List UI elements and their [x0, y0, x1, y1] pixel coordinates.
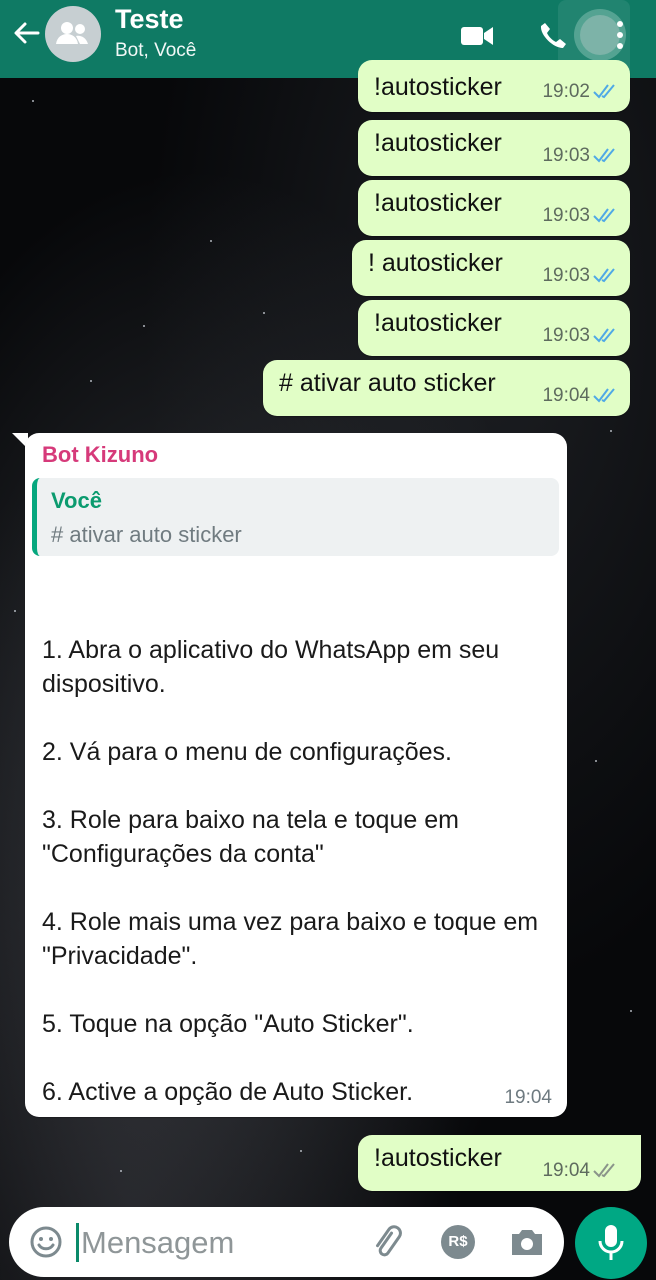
quoted-message[interactable]: Você # ativar auto sticker — [32, 478, 559, 556]
message-time: 19:03 — [542, 145, 590, 166]
message-time: 19:04 — [542, 385, 590, 406]
attach-icon[interactable] — [369, 1224, 405, 1260]
more-options-icon — [617, 21, 623, 49]
payment-icon[interactable]: R$ — [441, 1225, 475, 1259]
message-text: !autosticker — [374, 189, 502, 217]
read-receipt-icon — [593, 268, 615, 283]
camera-icon[interactable] — [509, 1226, 545, 1258]
message-text: !autosticker — [374, 1144, 502, 1172]
wallpaper-star — [120, 1170, 122, 1172]
wallpaper-star — [610, 430, 612, 432]
quoted-author: Você — [51, 488, 102, 513]
emoji-icon[interactable] — [29, 1225, 63, 1259]
read-receipt-icon — [593, 208, 615, 223]
chat-participants[interactable]: Bot, Você — [115, 40, 196, 62]
message-time: 19:03 — [542, 205, 590, 226]
read-receipt-icon — [593, 388, 615, 403]
touch-indicator — [580, 15, 620, 55]
video-call-icon[interactable] — [460, 24, 494, 48]
read-receipt-icon — [593, 84, 615, 99]
message-text: !autosticker — [374, 309, 502, 337]
quoted-text: # ativar auto sticker — [51, 522, 242, 547]
message-text: # ativar auto sticker — [279, 369, 496, 397]
message-input[interactable] — [79, 1217, 353, 1269]
message-text: 1. Abra o aplicativo do WhatsApp em seu … — [42, 636, 539, 1106]
message-bubble-outgoing[interactable]: ! autosticker 19:03 — [352, 240, 630, 296]
wallpaper-star — [143, 325, 145, 327]
back-arrow-icon[interactable] — [10, 17, 42, 49]
wallpaper-star — [630, 1010, 632, 1012]
wallpaper-star — [595, 760, 597, 762]
message-text: ! autosticker — [368, 249, 503, 277]
message-bubble-outgoing[interactable]: !autosticker 19:03 — [358, 180, 630, 236]
chat-title[interactable]: Teste — [115, 4, 184, 34]
message-composer: R$ — [9, 1207, 564, 1277]
message-bubble-outgoing[interactable]: !autosticker 19:02 — [358, 60, 630, 112]
message-time: 19:03 — [542, 265, 590, 286]
message-text: !autosticker — [374, 129, 502, 157]
message-time: 19:04 — [542, 1160, 590, 1181]
message-bubble-outgoing[interactable]: !autosticker 19:04 — [358, 1135, 641, 1191]
wallpaper-star — [14, 610, 16, 612]
voice-message-button[interactable] — [575, 1207, 647, 1279]
wallpaper-star — [263, 312, 265, 314]
read-receipt-icon — [593, 148, 615, 163]
read-receipt-icon — [593, 328, 615, 343]
message-text: !autosticker — [374, 73, 502, 101]
mic-icon — [598, 1225, 624, 1260]
sender-name[interactable]: Bot Kizuno — [42, 442, 158, 468]
group-avatar-icon — [56, 22, 88, 44]
message-time: 19:04 — [504, 1087, 552, 1108]
wallpaper-star — [90, 380, 92, 382]
message-bubble-outgoing[interactable]: !autosticker 19:03 — [358, 120, 630, 176]
message-time: 19:03 — [542, 325, 590, 346]
wallpaper-star — [32, 100, 34, 102]
delivered-receipt-icon — [593, 1163, 615, 1178]
message-bubble-outgoing[interactable]: !autosticker 19:03 — [358, 300, 630, 356]
message-bubble-incoming[interactable]: Bot Kizuno Você # ativar auto sticker 1.… — [25, 433, 567, 1117]
wallpaper-star — [300, 1150, 302, 1152]
wallpaper-star — [210, 240, 212, 242]
message-bubble-outgoing[interactable]: # ativar auto sticker 19:04 — [263, 360, 630, 416]
message-time: 19:02 — [542, 81, 590, 102]
avatar[interactable] — [45, 6, 101, 62]
